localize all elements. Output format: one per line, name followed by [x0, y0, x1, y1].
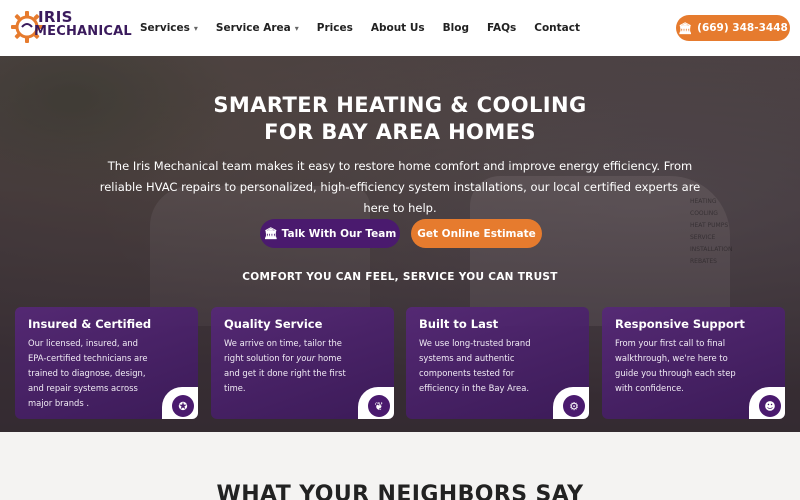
site-logo[interactable]: IRIS MECHANICAL: [10, 8, 132, 48]
hero-title-line2: FOR BAY AREA HOMES: [264, 120, 536, 144]
online-estimate-button[interactable]: Get Online Estimate: [411, 219, 542, 248]
hero-subtitle: The Iris Mechanical team makes it easy t…: [99, 159, 701, 215]
card-title: Insured & Certified: [28, 317, 152, 331]
card-body-emphasis: your: [296, 353, 316, 363]
hero-title-line1: SMARTER HEATING & COOLING: [213, 93, 587, 117]
card-title: Built to Last: [419, 317, 499, 331]
team-people-icon: ☻: [759, 395, 781, 417]
gear-icon: ⚙: [563, 395, 585, 417]
nav-item-prices[interactable]: Prices: [317, 22, 353, 34]
logo-text-mechanical: MECHANICAL: [34, 24, 132, 39]
reviews-section: WHAT YOUR NEIGHBORS SAY: [0, 432, 800, 500]
nav-label: Prices: [316, 22, 353, 34]
card-body: We arrive on time, tailor the right solu…: [224, 336, 354, 396]
reviews-title: WHAT YOUR NEIGHBORS SAY: [216, 482, 584, 500]
building-icon: 🏛: [678, 21, 693, 35]
feature-card-built-to-last: Built to Last We use long-trusted brand …: [406, 307, 589, 419]
feature-card-quality: Quality Service We arrive on time, tailo…: [211, 307, 394, 419]
nav-item-service-area[interactable]: Service Area ▾: [216, 22, 299, 34]
nav-label: Services: [140, 22, 190, 34]
hero-section: HEATING COOLING HEAT PUMPS SERVICE INSTA…: [0, 56, 800, 432]
card-body: We use long-trusted brand systems and au…: [419, 338, 531, 393]
card-icon-corner: ✪: [162, 387, 198, 419]
hero-tagline: COMFORT YOU CAN FEEL, SERVICE YOU CAN TR…: [242, 271, 558, 283]
building-icon: 🏛: [263, 227, 278, 240]
nav-label: Contact: [534, 22, 581, 34]
nav-item-blog[interactable]: Blog: [443, 22, 469, 34]
card-body: From your first call to final walkthroug…: [615, 338, 736, 393]
nav-item-contact[interactable]: Contact: [534, 22, 580, 34]
nav-label: FAQs: [486, 22, 517, 34]
feature-cards: Insured & Certified Our licensed, insure…: [15, 307, 785, 419]
feature-card-insured: Insured & Certified Our licensed, insure…: [15, 307, 198, 419]
estimate-button-label: Get Online Estimate: [417, 227, 536, 240]
chevron-down-icon: ▾: [294, 23, 299, 33]
nav-item-services[interactable]: Services ▾: [140, 22, 198, 34]
certificate-badge-icon: ✪: [172, 395, 194, 417]
nav-label: Service Area: [215, 22, 291, 34]
card-icon-corner: ❦: [358, 387, 394, 419]
phone-call-button[interactable]: 🏛 (669) 348-3448: [676, 15, 790, 41]
card-icon-corner: ⚙: [553, 387, 589, 419]
card-title: Responsive Support: [615, 317, 745, 331]
nav-item-about-us[interactable]: About Us: [371, 22, 425, 34]
card-title: Quality Service: [224, 317, 323, 331]
talk-button-label: Talk With Our Team: [281, 227, 397, 240]
card-icon-corner: ☻: [749, 387, 785, 419]
nav-item-faqs[interactable]: FAQs: [487, 22, 516, 34]
card-body: Our licensed, insured, and EPA-certified…: [28, 338, 148, 408]
hero-title: SMARTER HEATING & COOLING FOR BAY AREA H…: [0, 92, 800, 146]
chevron-down-icon: ▾: [193, 23, 198, 33]
main-nav: Services ▾ Service Area ▾ Prices About U…: [140, 0, 598, 56]
feature-card-support: Responsive Support From your first call …: [602, 307, 785, 419]
nav-label: About Us: [370, 22, 425, 34]
phone-number: (669) 348-3448: [697, 22, 788, 34]
talk-with-team-button[interactable]: 🏛 Talk With Our Team: [260, 219, 400, 248]
site-header: IRIS MECHANICAL Services ▾ Service Area …: [0, 0, 800, 56]
nav-label: Blog: [442, 22, 469, 34]
laurel-award-icon: ❦: [368, 395, 390, 417]
